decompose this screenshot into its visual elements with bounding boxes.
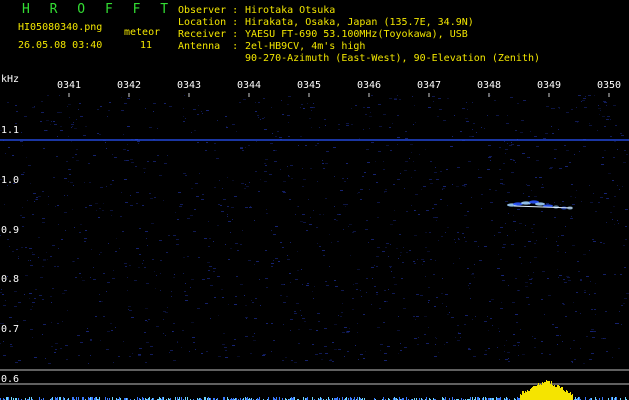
observer-value: Hirotaka Otsuka bbox=[245, 5, 336, 16]
time-tick-label: 0342 bbox=[117, 80, 142, 91]
time-tick-label: 0345 bbox=[297, 80, 322, 91]
location-value: Hirakata, Osaka, Japan (135.7E, 34.9N) bbox=[245, 17, 474, 28]
meteor-count: 11 bbox=[140, 40, 153, 51]
freq-tick-label: 0.9 bbox=[1, 225, 20, 236]
filename-label: HI05080340.png bbox=[18, 22, 103, 33]
freq-tick-label: 1.0 bbox=[1, 175, 20, 186]
time-tick-label: 0348 bbox=[477, 80, 502, 91]
time-tick-label: 0344 bbox=[237, 80, 262, 91]
antenna-value: 2el-HB9CV, 4m's high bbox=[245, 41, 366, 52]
freq-tick-label: 0.8 bbox=[1, 274, 20, 285]
freq-tick-label: 1.1 bbox=[1, 125, 20, 136]
time-tick-label: 0347 bbox=[417, 80, 442, 91]
freq-tick-label: 0.6 bbox=[1, 374, 20, 385]
app-title: H R O F F T bbox=[22, 2, 175, 17]
antenna-label: Antenna : bbox=[178, 41, 239, 52]
time-tick-label: 0350 bbox=[597, 80, 622, 91]
time-tick-label: 0349 bbox=[537, 80, 562, 91]
time-tick-label: 0346 bbox=[357, 80, 382, 91]
observer-label: Observer : bbox=[178, 5, 239, 16]
time-tick-label: 0343 bbox=[177, 80, 202, 91]
receiver-label: Receiver : bbox=[178, 29, 239, 40]
datetime-label: 26.05.08 03:40 bbox=[18, 40, 103, 51]
meteor-label: meteor bbox=[124, 27, 161, 38]
receiver-value: YAESU FT-690 53.100MHz(Toyokawa), USB bbox=[245, 29, 468, 40]
antenna-azimuth-value: 90-270-Azimuth (East-West), 90-Elevation… bbox=[245, 53, 541, 64]
frequency-axis-unit: kHz bbox=[1, 74, 20, 85]
location-label: Location : bbox=[178, 17, 239, 28]
freq-tick-label: 0.7 bbox=[1, 324, 20, 335]
time-tick-label: 0341 bbox=[57, 80, 82, 91]
